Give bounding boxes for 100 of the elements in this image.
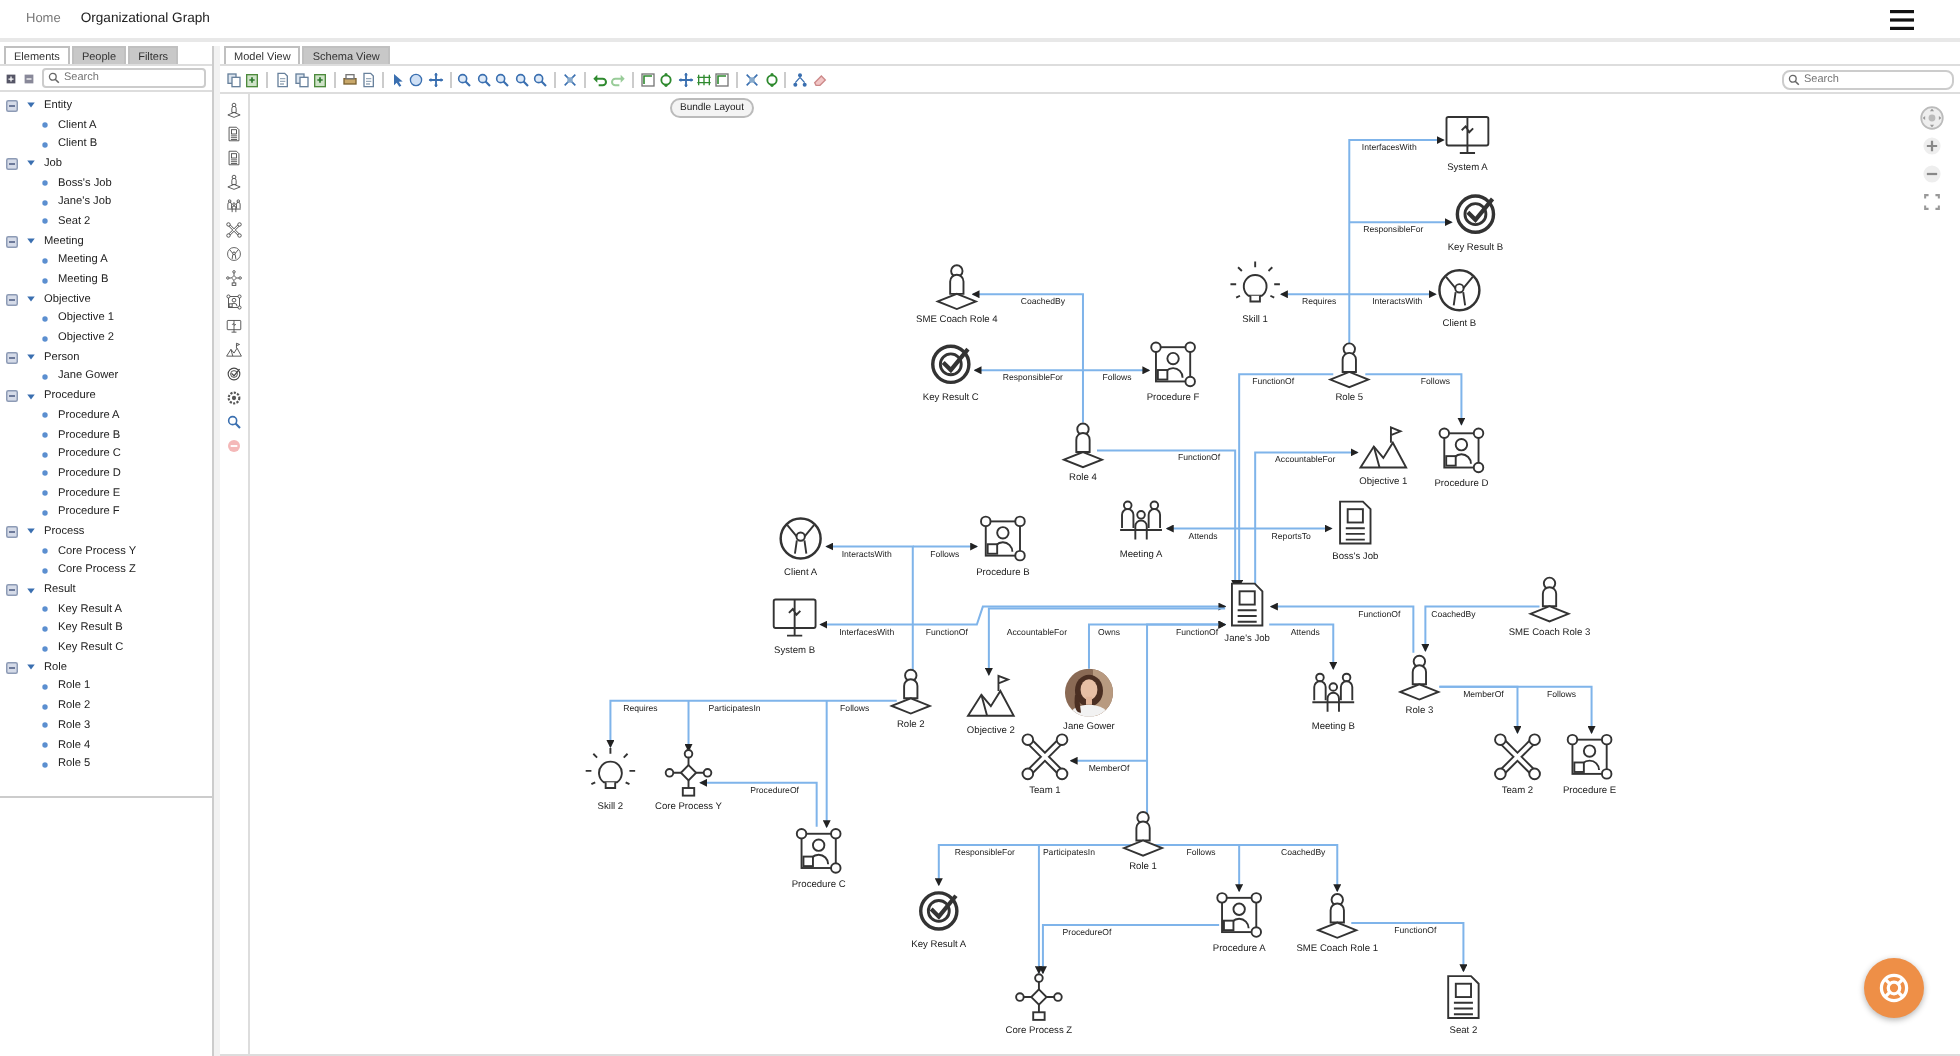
collapse-icon[interactable]: [6, 525, 18, 538]
document-icon[interactable]: [226, 150, 242, 166]
gear-icon[interactable]: [226, 390, 242, 406]
bullet-icon: [42, 683, 48, 690]
fit-screen-icon[interactable]: [1920, 190, 1944, 214]
caret-icon[interactable]: [26, 585, 36, 596]
person-icon: [935, 264, 979, 311]
caret-icon[interactable]: [26, 352, 36, 363]
print-icon[interactable]: [341, 71, 358, 87]
caret-icon[interactable]: [26, 391, 36, 402]
zoom-icon[interactable]: [456, 71, 473, 87]
grid-icon[interactable]: [695, 71, 712, 87]
collapse-icon[interactable]: [6, 351, 18, 364]
connector: [1364, 373, 1466, 426]
menu-icon[interactable]: [1890, 9, 1914, 29]
bullet-icon: [42, 722, 48, 729]
bullet-icon: [42, 277, 48, 284]
copy-icon[interactable]: [226, 71, 242, 87]
meeting-icon: [1311, 672, 1356, 713]
person-icon[interactable]: [226, 102, 242, 118]
page-icon[interactable]: [274, 71, 291, 87]
caret-icon[interactable]: [26, 158, 36, 169]
page-icon[interactable]: [360, 71, 377, 87]
document-icon: [1231, 582, 1264, 627]
procedure-icon[interactable]: [226, 294, 242, 310]
process-icon: [1015, 973, 1063, 1021]
collapse-icon[interactable]: [6, 293, 18, 306]
collapse-all-icon[interactable]: [24, 73, 34, 83]
pointer-icon[interactable]: [389, 71, 406, 87]
expand-all-icon[interactable]: [6, 73, 16, 83]
document-icon: [1339, 500, 1372, 545]
collapse-icon[interactable]: [6, 235, 18, 248]
move-icon[interactable]: [427, 71, 444, 87]
process-icon[interactable]: [226, 270, 242, 286]
team-icon[interactable]: [226, 222, 242, 238]
bullet-icon: [42, 199, 48, 206]
procedure-icon: [1150, 341, 1196, 388]
monitor-icon: [772, 598, 817, 637]
paste-icon[interactable]: [244, 71, 261, 87]
person-icon: [1121, 811, 1165, 857]
bullet-icon: [42, 451, 48, 458]
paste-icon[interactable]: [311, 71, 328, 87]
target-icon: [1455, 194, 1496, 234]
bullet-icon: [42, 567, 48, 574]
procedure-icon: [1566, 733, 1613, 780]
bullet-icon: [42, 315, 48, 322]
target-icon: [931, 344, 971, 385]
zoom-icon[interactable]: [475, 71, 492, 87]
bullet-icon: [42, 180, 48, 187]
bullet-icon: [42, 509, 48, 516]
person-icon: [889, 668, 933, 715]
collapse-icon[interactable]: [6, 390, 18, 403]
zoom-icon[interactable]: [494, 71, 511, 87]
bullet-icon: [42, 122, 48, 129]
caret-icon[interactable]: [26, 100, 36, 111]
bullet-icon: [42, 490, 48, 497]
caret-icon[interactable]: [26, 236, 36, 247]
bullet-icon: [42, 625, 48, 632]
fit-icon[interactable]: [561, 71, 578, 87]
bullet-icon: [42, 606, 48, 613]
collapse-icon[interactable]: [6, 584, 18, 597]
copy-icon[interactable]: [293, 71, 310, 87]
collapse-icon[interactable]: [6, 157, 18, 170]
person-icon: [1527, 576, 1572, 623]
caret-icon[interactable]: [26, 526, 36, 537]
undo-icon[interactable]: [591, 71, 608, 87]
search-icon[interactable]: [226, 414, 242, 430]
meeting-icon[interactable]: [226, 198, 242, 214]
bullet-icon: [42, 470, 48, 477]
client-icon[interactable]: [226, 246, 242, 262]
eraser-icon[interactable]: [811, 71, 828, 87]
collapse-icon[interactable]: [6, 661, 18, 674]
connector: [1350, 921, 1468, 973]
zoom-out-icon[interactable]: [1920, 162, 1944, 186]
mountain-flag-icon: [1358, 426, 1408, 469]
target-icon[interactable]: [226, 366, 242, 382]
zoom-icon[interactable]: [532, 71, 549, 87]
bullet-icon: [42, 373, 48, 380]
person-icon: [1327, 342, 1371, 389]
document-icon[interactable]: [226, 126, 242, 142]
connector: [1238, 843, 1342, 893]
procedure-icon: [980, 515, 1026, 562]
person-icon: [1397, 654, 1441, 701]
zoom-in-icon[interactable]: [1920, 134, 1944, 158]
client-icon: [779, 517, 822, 560]
caret-icon[interactable]: [26, 294, 36, 305]
process-icon: [664, 749, 713, 797]
bullet-icon: [42, 218, 48, 225]
bullet-icon: [42, 412, 48, 419]
team-icon: [1494, 733, 1541, 781]
caret-icon[interactable]: [26, 662, 36, 673]
mountain-flag-icon[interactable]: [226, 342, 242, 358]
lightbulb-icon: [1229, 260, 1281, 303]
monitor-icon[interactable]: [226, 318, 242, 334]
document-icon: [1447, 975, 1480, 1019]
connector: [1154, 843, 1244, 893]
person-icon[interactable]: [226, 174, 242, 190]
zoom-icon[interactable]: [513, 71, 530, 87]
collapse-icon[interactable]: [6, 99, 18, 112]
tree-icon[interactable]: [792, 71, 809, 87]
